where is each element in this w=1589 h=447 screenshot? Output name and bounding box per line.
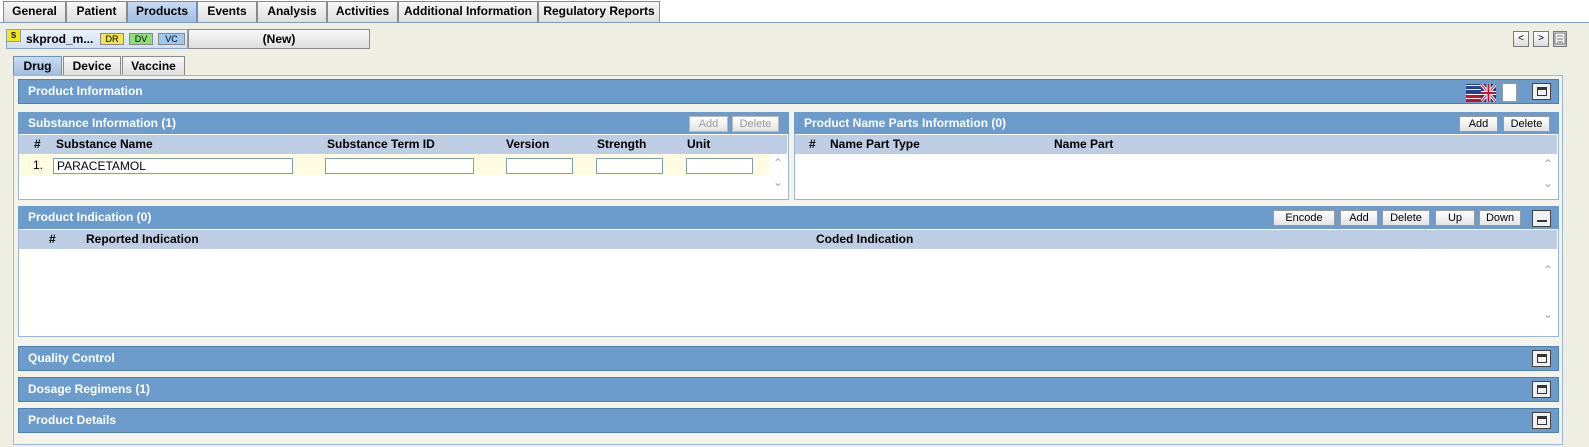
badge-vc: VC	[158, 33, 185, 45]
row-number: 1.	[33, 158, 44, 172]
indication-add-button[interactable]: Add	[1340, 210, 1378, 226]
product-tab[interactable]: S skprod_m... DR DV VC	[6, 29, 188, 49]
col-unit: Unit	[687, 137, 711, 151]
tab-products[interactable]: Products	[127, 1, 197, 22]
quality-control-title: Quality Control	[28, 351, 115, 365]
maximize-icon[interactable]	[1532, 83, 1551, 100]
tab-patient[interactable]: Patient	[66, 1, 127, 22]
document-icon[interactable]	[1502, 83, 1517, 102]
maximize-icon[interactable]	[1532, 381, 1551, 398]
col-strength: Strength	[597, 137, 647, 151]
substance-term-id-input[interactable]	[325, 158, 474, 174]
col-version: Version	[506, 137, 550, 151]
name-parts-add-button[interactable]: Add	[1459, 116, 1498, 132]
maximize-icon[interactable]	[1532, 412, 1551, 429]
tab-analysis[interactable]: Analysis	[257, 1, 327, 22]
new-product-tab[interactable]: (New)	[188, 29, 370, 49]
indication-grid-header: # Reported Indication Coded Indication	[19, 230, 1557, 249]
top-tab-strip: General Patient Products Events Analysis…	[0, 0, 1589, 23]
substance-grid-header: # Substance Name Substance Term ID Versi…	[19, 135, 787, 154]
list-view-icon[interactable]	[1553, 31, 1567, 47]
indication-delete-button[interactable]: Delete	[1382, 210, 1430, 226]
maximize-icon[interactable]	[1532, 350, 1551, 367]
product-details-title: Product Details	[28, 413, 117, 427]
scroll-up-icon[interactable]: ⌃	[773, 156, 783, 170]
scroll-down-icon[interactable]: ⌄	[1543, 176, 1553, 190]
col-number: #	[49, 232, 56, 246]
product-flag-icon: S	[7, 30, 21, 42]
previous-arrow-icon[interactable]: <	[1513, 31, 1529, 47]
product-tab-name: skprod_m...	[26, 32, 94, 46]
col-substance-term-id: Substance Term ID	[327, 137, 435, 151]
main-area: S skprod_m... DR DV VC (New) < > Drug De…	[0, 23, 1589, 447]
substance-information-header: Substance Information (1)	[18, 112, 789, 134]
strength-input[interactable]	[596, 158, 663, 174]
badge-dr: DR	[100, 33, 124, 45]
tab-device[interactable]: Device	[63, 56, 121, 76]
substance-name-input[interactable]	[53, 158, 293, 174]
scroll-up-icon[interactable]: ⌃	[1543, 157, 1553, 171]
tab-activities[interactable]: Activities	[327, 1, 398, 22]
tab-regulatory-reports[interactable]: Regulatory Reports	[538, 1, 660, 22]
indication-down-button[interactable]: Down	[1479, 210, 1521, 226]
product-information-title: Product Information	[28, 84, 143, 98]
badge-dv: DV	[129, 33, 153, 45]
col-name-part: Name Part	[1054, 137, 1114, 151]
language-flag-icon[interactable]	[1466, 83, 1498, 103]
col-coded-indication: Coded Indication	[816, 232, 914, 246]
tab-additional-information[interactable]: Additional Information	[398, 1, 538, 22]
tab-general[interactable]: General	[3, 1, 66, 22]
product-information-header[interactable]: Product Information	[18, 79, 1559, 104]
scroll-up-icon[interactable]: ⌃	[1543, 263, 1553, 277]
minimize-icon[interactable]	[1532, 210, 1551, 227]
substance-add-button[interactable]: Add	[689, 116, 728, 132]
col-reported-indication: Reported Indication	[86, 232, 199, 246]
substance-delete-button[interactable]: Delete	[732, 116, 779, 132]
next-arrow-icon[interactable]: >	[1533, 31, 1549, 47]
col-substance-name: Substance Name	[56, 137, 153, 151]
col-number: #	[809, 137, 816, 151]
tab-events[interactable]: Events	[197, 1, 257, 22]
encode-button[interactable]: Encode	[1273, 210, 1335, 226]
name-parts-grid-header: # Name Part Type Name Part	[795, 135, 1557, 154]
tab-vaccine[interactable]: Vaccine	[122, 56, 185, 76]
scroll-down-icon[interactable]: ⌄	[773, 175, 783, 189]
tab-drug[interactable]: Drug	[13, 56, 62, 76]
col-number: #	[34, 137, 41, 151]
quality-control-header[interactable]: Quality Control	[18, 346, 1559, 371]
col-name-part-type: Name Part Type	[830, 137, 920, 151]
name-parts-delete-button[interactable]: Delete	[1503, 116, 1550, 132]
product-details-header[interactable]: Product Details	[18, 408, 1559, 433]
indication-up-button[interactable]: Up	[1435, 210, 1475, 226]
dosage-regimens-title: Dosage Regimens (1)	[28, 382, 151, 396]
unit-input[interactable]	[686, 158, 753, 174]
scroll-down-icon[interactable]: ⌄	[1543, 307, 1553, 321]
version-input[interactable]	[506, 158, 573, 174]
dosage-regimens-header[interactable]: Dosage Regimens (1)	[18, 377, 1559, 402]
name-parts-header: Product Name Parts Information (0)	[794, 112, 1559, 134]
